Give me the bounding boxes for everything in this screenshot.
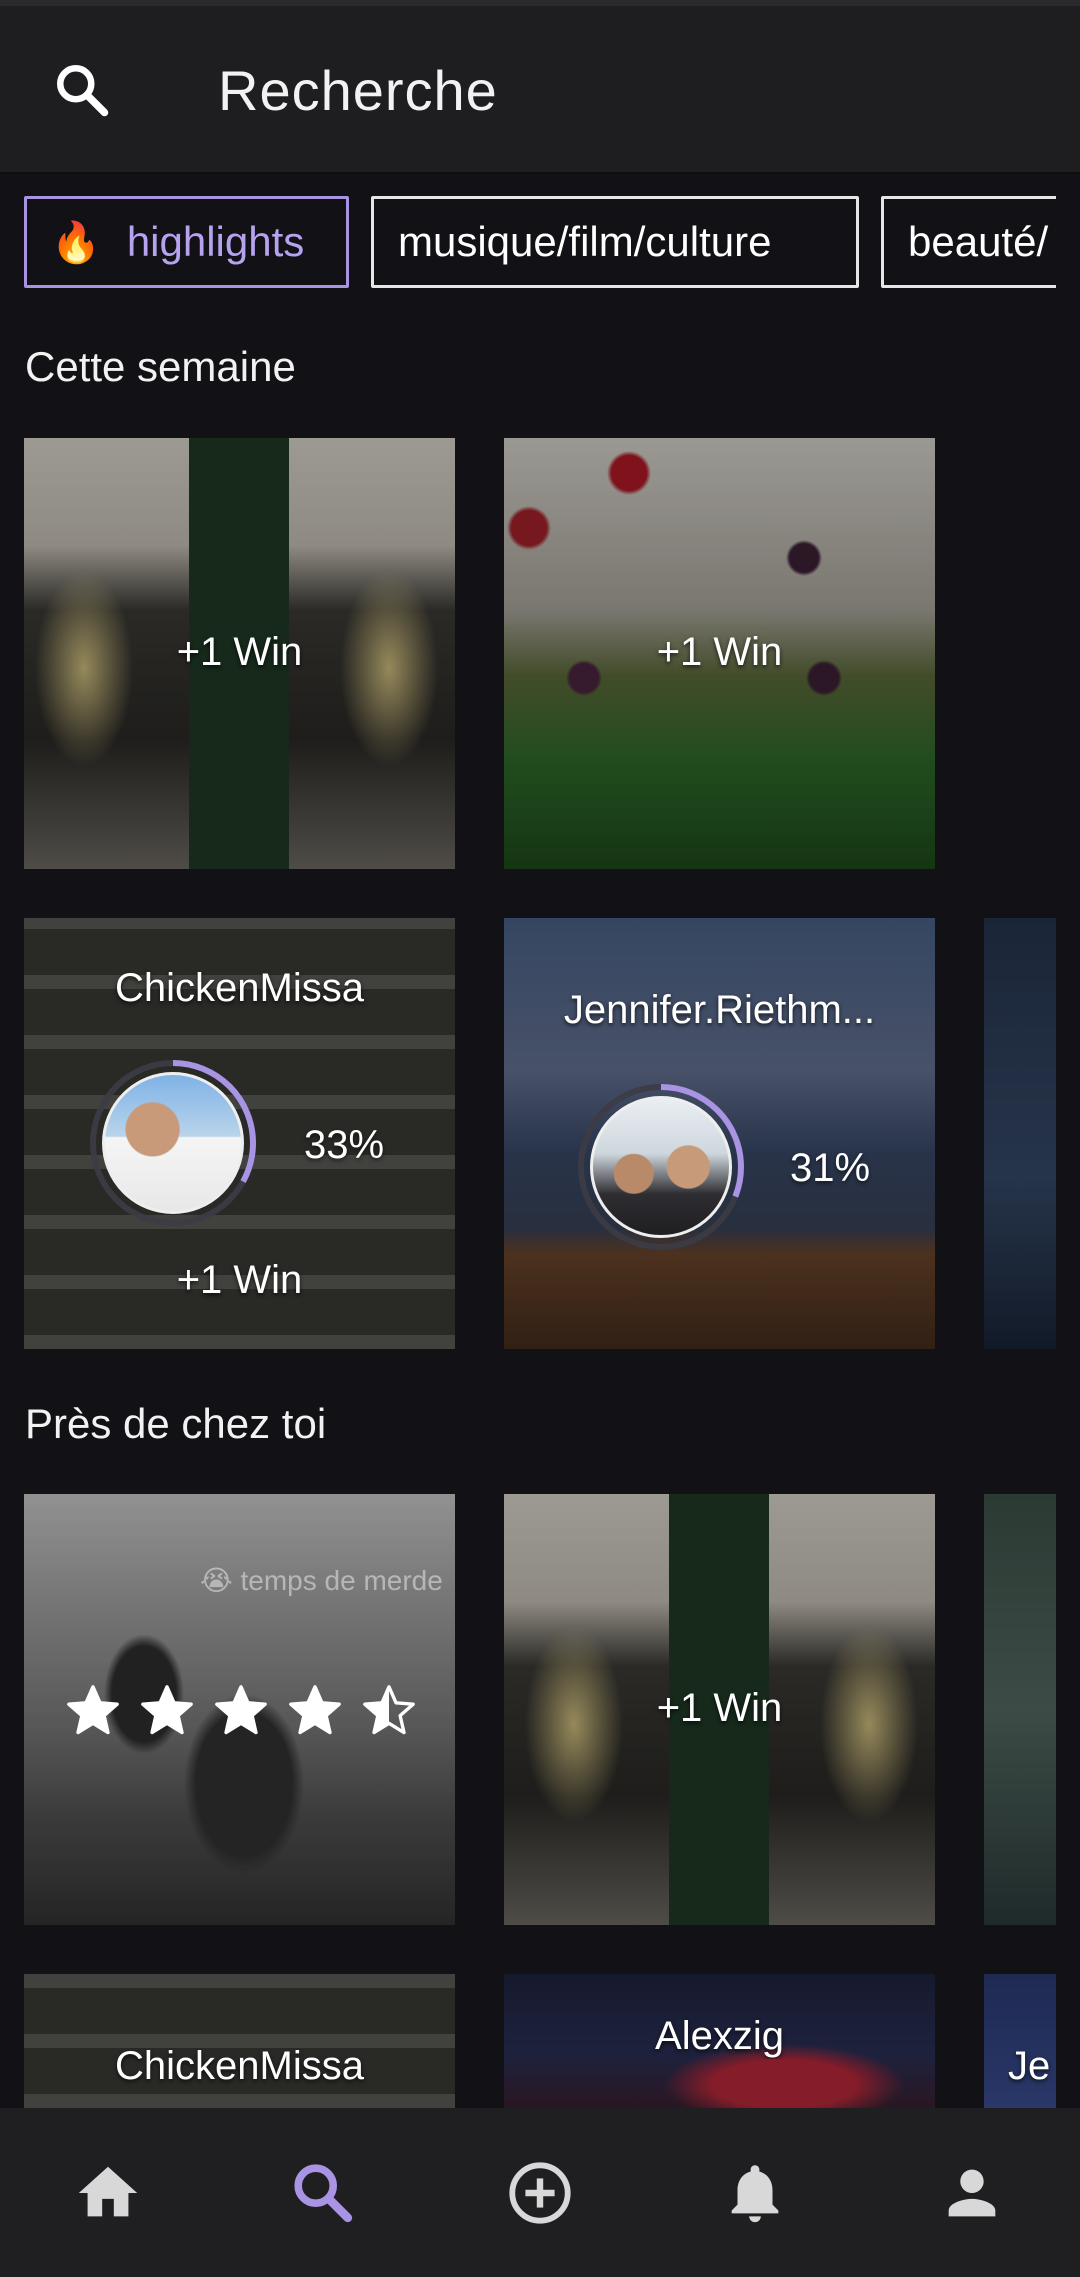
bottom-navigation [0,2108,1080,2277]
nav-notifications[interactable] [720,2158,790,2228]
username[interactable]: Jennifer.Riethm... [504,988,935,1033]
username[interactable]: Je [1008,2044,1056,2089]
progress-ring [88,1058,258,1228]
post-image [984,1494,1056,1925]
nav-add[interactable] [505,2158,575,2228]
challenge-card[interactable]: Alexzig [504,1974,935,2108]
username[interactable]: ChickenMissa [24,966,455,1011]
post-caption: 😭 temps de merde [200,1565,443,1596]
add-circle-icon [509,2162,571,2224]
vote-percent: 33% [304,1123,385,1167]
chip-highlights[interactable]: 🔥 highlights [24,196,349,288]
challenge-card[interactable]: Jennifer.Riethm... 31% [504,918,935,1349]
post-card[interactable]: +1 Win [504,438,935,869]
star-icon [141,1685,193,1735]
avatar[interactable] [590,1096,732,1238]
progress-ring [576,1082,746,1252]
username[interactable]: Alexzig [504,2014,935,2059]
star-icon [67,1685,119,1735]
challenge-card[interactable]: Je [984,1974,1056,2108]
bell-icon [731,2165,779,2223]
challenge-card[interactable]: ChickenMissa [24,1974,455,2108]
win-label: +1 Win [656,1686,783,1730]
rating-stars [64,1682,418,1740]
star-icon [215,1685,267,1735]
nav-profile[interactable] [937,2158,1007,2228]
nav-home[interactable] [73,2158,143,2228]
challenge-card[interactable] [984,918,1056,1349]
section-title-week: Cette semaine [25,343,296,390]
win-label: +1 Win [176,630,303,674]
profile-icon [948,2169,996,2217]
post-card[interactable]: 😭 temps de merde [24,1494,455,1925]
avatar[interactable] [102,1072,244,1214]
post-image [984,918,1056,1349]
home-icon [78,2166,138,2217]
category-chips: 🔥 highlights musique/film/culture beauté… [0,196,1056,294]
star-icon [363,1685,415,1735]
flame-icon: 🔥 [51,220,101,265]
chip-label: highlights [126,218,305,265]
chip-label: musique/film/culture [398,218,772,265]
search-header: Recherche [0,6,1080,174]
chip-musique-film-culture[interactable]: musique/film/culture [371,196,859,288]
post-card[interactable]: +1 Win [24,438,455,869]
post-card[interactable] [984,1494,1056,1925]
chip-label: beauté/ [908,218,1049,265]
win-label: +1 Win [656,630,783,674]
page-title: Recherche [218,59,498,122]
chip-beaute[interactable]: beauté/ [881,196,1056,288]
search-icon [294,2164,353,2223]
username[interactable]: ChickenMissa [24,2044,455,2089]
star-icon [289,1685,341,1735]
win-label: +1 Win [176,1258,303,1302]
vote-percent: 31% [790,1146,871,1190]
section-title-nearby: Près de chez toi [25,1400,327,1447]
post-card[interactable]: +1 Win [504,1494,935,1925]
search-icon[interactable] [52,60,112,120]
nav-search[interactable] [288,2158,358,2228]
challenge-card[interactable]: ChickenMissa 33% +1 Win [24,918,455,1349]
